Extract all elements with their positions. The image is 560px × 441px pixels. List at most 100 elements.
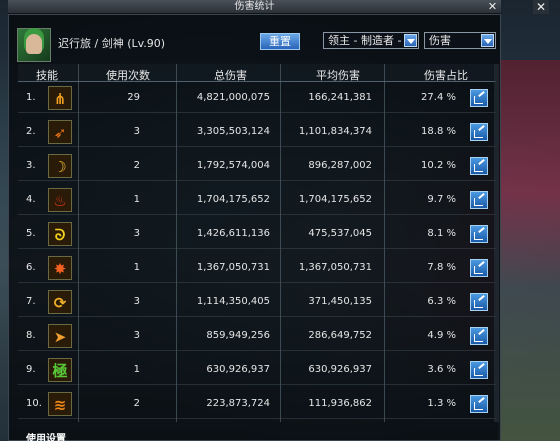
target-select-value: 领主 - 制造者 - 伊 xyxy=(328,34,416,47)
row-index: 8. xyxy=(26,330,36,341)
table-row: 8. ➤ 3 859,949,256 286,649,752 4.9 % xyxy=(18,321,496,351)
close-icon[interactable]: ✕ xyxy=(486,0,499,13)
game-scene-right xyxy=(498,60,560,441)
table-row: 1. ⋔ 29 4,821,000,075 166,241,381 27.4 % xyxy=(18,83,496,113)
avg-damage: 286,649,752 xyxy=(308,330,372,341)
uses-count: 3 xyxy=(133,296,140,307)
total-damage: 1,426,611,136 xyxy=(196,228,270,239)
total-damage: 859,949,256 xyxy=(206,330,270,341)
avg-damage: 111,936,862 xyxy=(308,398,372,409)
spiral-blade-icon: ᘐ xyxy=(48,222,72,246)
row-index: 7. xyxy=(26,296,36,307)
avg-damage: 1,704,175,652 xyxy=(298,194,372,205)
table-row: 3. ☽ 2 1,792,574,004 896,287,002 10.2 % xyxy=(18,151,496,181)
row-index: 2. xyxy=(26,126,36,137)
header-avg: 平均伤害 xyxy=(316,69,360,82)
damage-share: 10.2 % xyxy=(421,160,456,171)
share-icon[interactable] xyxy=(470,225,488,243)
avg-damage: 1,101,834,374 xyxy=(298,126,372,137)
metric-select-value: 伤害 xyxy=(429,34,451,47)
uses-count: 3 xyxy=(133,126,140,137)
slash-burst-icon: ⋔ xyxy=(48,86,72,110)
share-icon[interactable] xyxy=(470,89,488,107)
damage-share: 9.7 % xyxy=(427,194,456,205)
share-icon[interactable] xyxy=(470,327,488,345)
uses-count: 29 xyxy=(127,92,140,103)
avg-damage: 475,537,045 xyxy=(308,228,372,239)
avg-damage: 166,241,381 xyxy=(308,92,372,103)
character-name: 迟行旅 / 剑神 (Lv.90) xyxy=(58,37,166,50)
table-row: 4. ♨ 1 1,704,175,652 1,704,175,652 9.7 % xyxy=(18,185,496,215)
avg-damage: 896,287,002 xyxy=(308,160,372,171)
target-select[interactable]: 领主 - 制造者 - 伊 xyxy=(323,32,419,49)
avg-damage: 371,450,135 xyxy=(308,296,372,307)
table-row: 7. ⟳ 3 1,114,350,405 371,450,135 6.3 % xyxy=(18,287,496,317)
row-index: 3. xyxy=(26,160,36,171)
share-icon[interactable] xyxy=(470,259,488,277)
total-damage: 630,926,937 xyxy=(206,364,270,375)
damage-share: 8.1 % xyxy=(427,228,456,239)
share-icon[interactable] xyxy=(470,157,488,175)
total-damage: 4,821,000,075 xyxy=(196,92,270,103)
table-row: 10. ≋ 2 223,873,724 111,936,862 1.3 % xyxy=(18,389,496,419)
grass-kanji-icon: 極 xyxy=(48,358,72,382)
total-damage: 3,305,503,124 xyxy=(196,126,270,137)
share-icon[interactable] xyxy=(470,361,488,379)
avg-damage: 1,367,050,731 xyxy=(298,262,372,273)
uses-count: 1 xyxy=(133,262,140,273)
uses-count: 2 xyxy=(133,160,140,171)
share-icon[interactable] xyxy=(470,395,488,413)
header-pct: 伤害占比 xyxy=(424,69,468,82)
damage-share: 6.3 % xyxy=(427,296,456,307)
swirl-cut-icon: ⟳ xyxy=(48,290,72,314)
reset-button[interactable]: 重置 xyxy=(260,33,300,50)
table-row: 2. ➶ 3 3,305,503,124 1,101,834,374 18.8 % xyxy=(18,117,496,147)
table-row: 9. 極 1 630,926,937 630,926,937 3.6 % xyxy=(18,355,496,385)
scrollbar[interactable] xyxy=(494,64,499,422)
damage-share: 1.3 % xyxy=(427,398,456,409)
damage-share: 4.9 % xyxy=(427,330,456,341)
table-row: 5. ᘐ 3 1,426,611,136 475,537,045 8.1 % xyxy=(18,219,496,249)
uses-count: 2 xyxy=(133,398,140,409)
uses-count: 3 xyxy=(133,228,140,239)
damage-table: 技能 使用次数 总伤害 平均伤害 伤害占比 1. ⋔ 29 4,821,000,075… xyxy=(18,64,496,422)
table-header: 技能 使用次数 总伤害 平均伤害 伤害占比 xyxy=(18,64,496,82)
uses-count: 3 xyxy=(133,330,140,341)
outer-close-icon[interactable]: ✕ xyxy=(533,0,549,14)
window-titlebar[interactable]: 伤害统计 ✕ xyxy=(8,0,501,14)
double-slash-icon: ≋ xyxy=(48,392,72,416)
total-damage: 1,114,350,405 xyxy=(196,296,270,307)
usage-settings-label[interactable]: 使用设置 xyxy=(26,430,66,441)
chevron-down-icon[interactable] xyxy=(404,34,417,47)
header-uses: 使用次数 xyxy=(106,69,150,82)
avg-damage: 630,926,937 xyxy=(308,364,372,375)
row-index: 1. xyxy=(26,92,36,103)
total-damage: 1,792,574,004 xyxy=(196,160,270,171)
row-index: 10. xyxy=(26,398,42,409)
crescent-slash-icon: ☽ xyxy=(48,154,72,178)
damage-share: 18.8 % xyxy=(421,126,456,137)
sword-wave-icon: ➶ xyxy=(48,120,72,144)
share-icon[interactable] xyxy=(470,191,488,209)
share-icon[interactable] xyxy=(470,123,488,141)
total-damage: 1,704,175,652 xyxy=(196,194,270,205)
damage-share: 7.8 % xyxy=(427,262,456,273)
header-total: 总伤害 xyxy=(214,69,247,82)
damage-share: 27.4 % xyxy=(421,92,456,103)
row-index: 6. xyxy=(26,262,36,273)
flame-wings-icon: ♨ xyxy=(48,188,72,212)
share-icon[interactable] xyxy=(470,293,488,311)
table-row: 6. ✸ 1 1,367,050,731 1,367,050,731 7.8 % xyxy=(18,253,496,283)
row-index: 4. xyxy=(26,194,36,205)
uses-count: 1 xyxy=(133,194,140,205)
uses-count: 1 xyxy=(133,364,140,375)
header-skill: 技能 xyxy=(36,69,58,82)
row-index: 5. xyxy=(26,228,36,239)
dash-arrow-icon: ➤ xyxy=(48,324,72,348)
row-index: 9. xyxy=(26,364,36,375)
avatar xyxy=(17,28,51,62)
metric-select[interactable]: 伤害 xyxy=(424,32,496,49)
total-damage: 223,873,724 xyxy=(206,398,270,409)
total-damage: 1,367,050,731 xyxy=(196,262,270,273)
chevron-down-icon[interactable] xyxy=(481,34,494,47)
